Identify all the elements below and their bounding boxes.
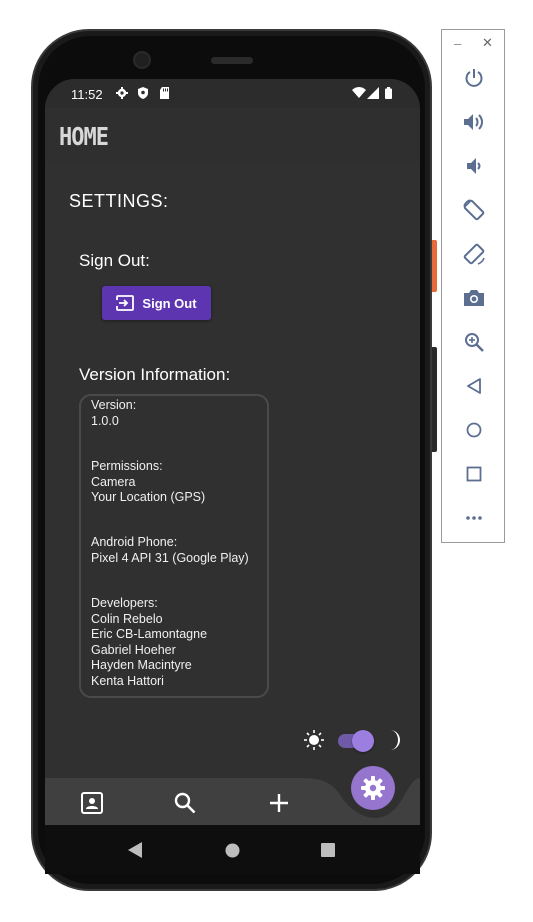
phone-block: Android Phone: Pixel 4 API 31 (Google Pl…: [91, 535, 249, 566]
add-icon: [270, 794, 288, 812]
overview-icon: [466, 466, 482, 482]
app-title[interactable]: HOME: [59, 123, 109, 152]
sign-out-label: Sign Out:: [79, 251, 150, 270]
power-side-button[interactable]: [432, 240, 437, 292]
sign-out-button-label: Sign Out: [142, 295, 197, 311]
version-value: 1.0.0: [91, 413, 119, 428]
overview-square-icon: [321, 843, 335, 857]
camera-icon: [464, 290, 484, 306]
wifi-icon: [352, 87, 366, 98]
sun-icon: [304, 730, 324, 750]
power-icon: [465, 69, 483, 87]
front-camera: [133, 51, 151, 69]
zoom-in-icon: [465, 333, 484, 352]
home-icon: [466, 422, 482, 438]
add-nav-button[interactable]: [264, 788, 294, 818]
home-circle-icon: [225, 843, 239, 857]
phone-speaker: [211, 57, 253, 64]
search-icon: [174, 792, 196, 814]
battery-icon: [385, 87, 392, 99]
phone-value: Pixel 4 API 31 (Google Play): [91, 550, 249, 565]
back-icon: [467, 378, 481, 394]
status-bar: 11:52: [45, 79, 420, 108]
volume-side-button[interactable]: [432, 347, 437, 452]
back-button[interactable]: [462, 374, 486, 398]
emulator-toolbar: – ✕: [441, 29, 505, 543]
sign-out-button[interactable]: Sign Out: [102, 286, 211, 320]
search-nav-button[interactable]: [170, 788, 200, 818]
version-info-heading: Version Information:: [79, 365, 231, 384]
developers-heading: Developers:: [91, 596, 158, 610]
contacts-nav-button[interactable]: [77, 788, 107, 818]
overview-button[interactable]: [462, 462, 486, 486]
settings-heading: SETTINGS:: [69, 191, 169, 211]
version-block: Version: 1.0.0: [91, 398, 136, 429]
cellular-signal-icon: [367, 87, 379, 99]
system-navigation-bar: [45, 825, 420, 874]
permission-item: Camera: [91, 474, 136, 489]
volume-up-icon: [464, 114, 483, 130]
system-back-button[interactable]: [125, 840, 145, 860]
volume-down-button[interactable]: [462, 154, 486, 178]
settings-fab[interactable]: [351, 766, 395, 810]
app-bar: HOME: [45, 108, 420, 166]
volume-down-icon: [467, 158, 481, 174]
developer-name: Gabriel Hoeher: [91, 642, 176, 657]
rotate-right-button[interactable]: [462, 242, 486, 266]
contacts-icon: [81, 792, 103, 814]
developer-name: Hayden Macintyre: [91, 658, 192, 672]
system-home-button[interactable]: [222, 840, 242, 860]
developer-name: Eric CB-Lamontagne: [91, 627, 208, 641]
permission-item: Your Location (GPS): [91, 490, 206, 504]
developer-name: Colin Rebelo: [91, 611, 163, 626]
settings-notification-icon: [116, 87, 128, 99]
version-info-box: Version: 1.0.0 Permissions: Camera Your …: [79, 394, 269, 698]
minimize-icon[interactable]: –: [454, 36, 461, 51]
sign-out-icon: [116, 295, 135, 311]
more-button[interactable]: [462, 506, 486, 530]
power-button[interactable]: [462, 66, 486, 90]
sd-card-icon: [160, 87, 169, 99]
phone-screen: 11:52 HOME SETTINGS: Sign Out: Sign Out …: [45, 79, 420, 874]
permissions-block: Permissions: Camera Your Location (GPS): [91, 459, 205, 506]
more-dots-icon: [466, 516, 482, 520]
home-button[interactable]: [462, 418, 486, 442]
status-time: 11:52: [71, 87, 103, 102]
phone-heading: Android Phone:: [91, 535, 178, 549]
developer-name: Kenta Hattori: [91, 673, 164, 688]
permissions-heading: Permissions:: [91, 459, 163, 473]
version-heading: Version:: [91, 398, 137, 412]
system-overview-button[interactable]: [318, 840, 338, 860]
moon-icon: [390, 730, 400, 750]
back-triangle-icon: [128, 842, 142, 858]
rotate-left-button[interactable]: [462, 198, 486, 222]
rotate-right-icon: [463, 243, 485, 265]
screenshot-button[interactable]: [462, 286, 486, 310]
shield-notification-icon: [138, 87, 148, 99]
dark-mode-toggle-knob[interactable]: [352, 730, 374, 752]
volume-up-button[interactable]: [462, 110, 486, 134]
settings-gear-icon: [361, 776, 385, 800]
zoom-button[interactable]: [462, 330, 486, 354]
developers-block: Developers: Colin Rebelo Eric CB-Lamonta…: [91, 596, 207, 689]
rotate-left-icon: [463, 199, 485, 221]
close-icon[interactable]: ✕: [482, 35, 493, 51]
